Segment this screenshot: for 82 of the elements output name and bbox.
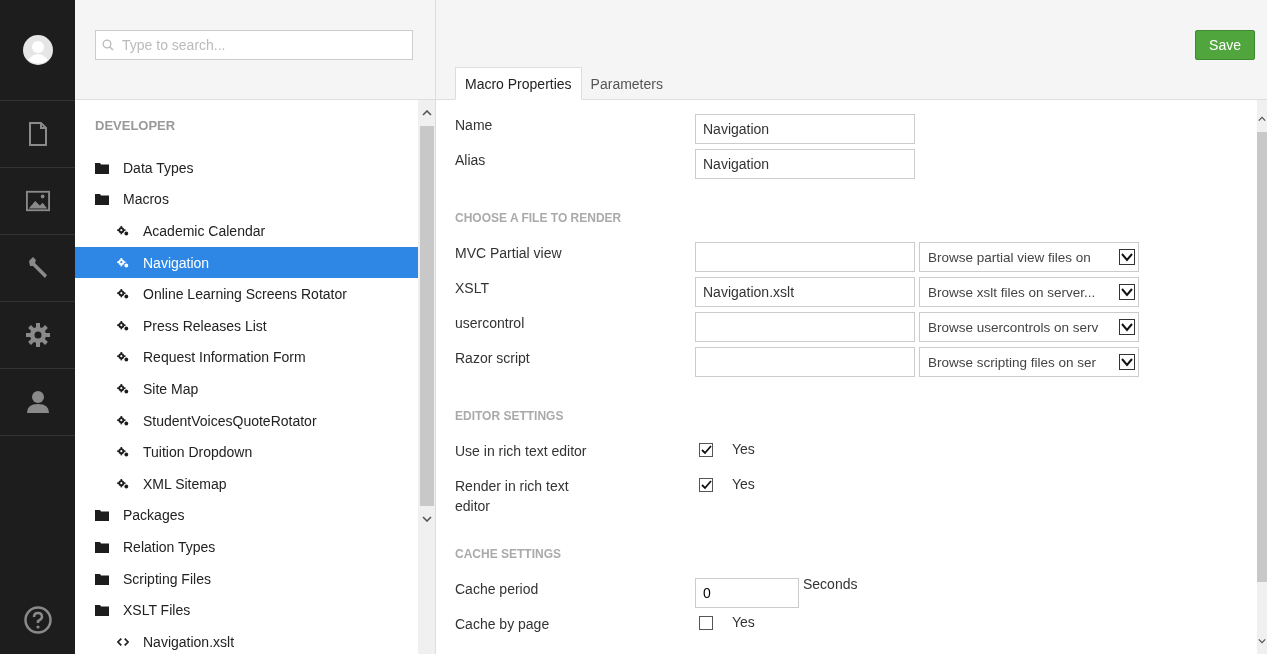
checkbox[interactable]	[699, 616, 713, 630]
folder-icon	[95, 604, 109, 617]
section-heading: CHOOSE A FILE TO RENDER	[455, 210, 623, 227]
code-icon	[117, 636, 129, 647]
gears-icon	[117, 447, 129, 458]
caret-icon	[1119, 249, 1135, 265]
tree-item[interactable]: Academic Calendar	[75, 215, 418, 247]
section-heading: DEVELOPER	[94, 118, 177, 135]
unit-label: Seconds	[803, 575, 858, 594]
field-label: usercontrol	[455, 314, 526, 333]
number-field[interactable]: 0	[695, 578, 799, 608]
tree-item[interactable]: Tuition Dropdown	[75, 436, 418, 468]
gears-icon	[117, 320, 129, 331]
field-label: Use in rich text editor	[455, 442, 588, 461]
scrollbar[interactable]	[418, 100, 435, 654]
text-field[interactable]	[695, 242, 915, 272]
field-label: Cache by page	[455, 615, 551, 634]
checkbox-label: Yes	[732, 440, 755, 458]
checkbox[interactable]	[699, 478, 713, 492]
gears-icon	[117, 415, 129, 426]
scroll-up-icon[interactable]	[421, 110, 432, 116]
tree-item[interactable]: Navigation.xslt	[75, 625, 418, 654]
gears-icon	[117, 257, 129, 268]
tree-item[interactable]: XML Sitemap	[75, 467, 418, 500]
file-dropdown[interactable]: Browse partial view files on	[919, 242, 1139, 272]
checkbox[interactable]	[699, 443, 713, 457]
user-icon[interactable]	[25, 390, 50, 414]
file-dropdown[interactable]: Browse scripting files on ser	[919, 347, 1139, 377]
field-label: Name	[455, 116, 494, 135]
tree-item[interactable]: StudentVoicesQuoteRotator	[75, 404, 418, 437]
text-field[interactable]: Navigation.xslt	[695, 277, 915, 307]
tab[interactable]: Parameters	[581, 67, 672, 100]
caret-icon	[1119, 284, 1135, 300]
scrollbar[interactable]	[1257, 100, 1267, 654]
field-label: Render in rich text editor	[455, 477, 570, 516]
tab[interactable]: Macro Properties	[455, 67, 582, 100]
tree-item[interactable]: Online Learning Screens Rotator	[75, 278, 418, 310]
image-icon[interactable]	[25, 189, 50, 213]
section-heading: CACHE SETTINGS	[455, 546, 562, 563]
folder-icon	[95, 509, 109, 522]
search-icon	[102, 39, 114, 51]
gears-icon	[117, 352, 129, 363]
gears-icon	[117, 226, 129, 236]
help-icon[interactable]	[23, 606, 52, 634]
tree-item[interactable]: Press Releases List	[75, 309, 418, 342]
field-label: Alias	[455, 151, 487, 170]
text-field[interactable]: Navigation	[695, 114, 915, 144]
section-heading: EDITOR SETTINGS	[455, 408, 565, 425]
text-field[interactable]	[695, 347, 915, 377]
gears-icon	[117, 478, 129, 489]
scroll-down-icon[interactable]	[1258, 638, 1266, 644]
checkbox-label: Yes	[732, 475, 755, 493]
tree-item[interactable]: XSLT Files	[75, 594, 418, 626]
search-field[interactable]: Type to search...	[95, 30, 413, 60]
file-dropdown[interactable]: Browse xslt files on server...	[919, 277, 1139, 307]
text-field[interactable]: Navigation	[695, 149, 915, 179]
tree-item[interactable]: Packages	[75, 499, 418, 532]
field-label: XSLT	[455, 279, 490, 298]
field-label: Cache period	[455, 580, 540, 599]
folder-icon	[95, 161, 109, 174]
tree-item[interactable]: Scripting Files	[75, 562, 418, 595]
gears-icon	[117, 289, 129, 300]
tree-item[interactable]: Data Types	[75, 152, 418, 184]
file-dropdown[interactable]: Browse usercontrols on serv	[919, 312, 1139, 342]
gears-icon	[117, 383, 129, 394]
caret-icon	[1119, 319, 1135, 335]
avatar-icon[interactable]	[22, 35, 53, 65]
tree-item[interactable]: Macros	[75, 183, 418, 216]
scroll-up-icon[interactable]	[1258, 116, 1266, 122]
tree-item[interactable]: Site Map	[75, 373, 418, 405]
checkbox-label: Yes	[732, 613, 755, 631]
folder-icon	[95, 193, 109, 206]
field-label: MVC Partial view	[455, 244, 563, 263]
folder-icon	[95, 540, 109, 553]
tree-item[interactable]: Navigation	[75, 246, 418, 279]
scroll-down-icon[interactable]	[421, 516, 432, 522]
field-label: Razor script	[455, 349, 531, 368]
tree-item[interactable]: Request Information Form	[75, 341, 418, 374]
tree-item[interactable]: Relation Types	[75, 531, 418, 563]
caret-icon	[1119, 354, 1135, 370]
text-field[interactable]	[695, 312, 915, 342]
folder-icon	[95, 572, 109, 585]
